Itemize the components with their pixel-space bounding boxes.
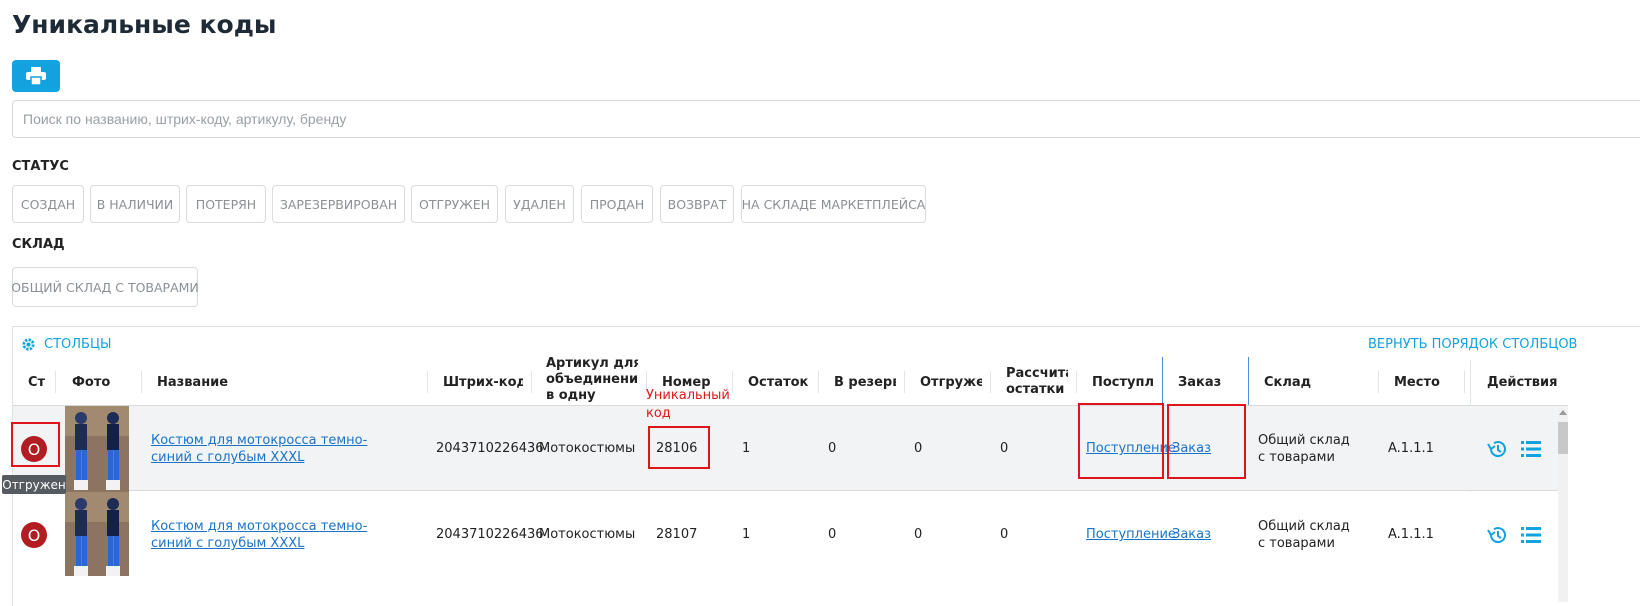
- reserve-cell: 0: [828, 527, 837, 542]
- header-article[interactable]: Артикул для объединения в одну: [546, 352, 638, 404]
- chip-status-marketplace[interactable]: НА СКЛАДЕ МАРКЕТПЛЕЙСА: [741, 185, 926, 223]
- chip-status-lost[interactable]: ПОТЕРЯН: [186, 185, 266, 223]
- header-shipped[interactable]: Отгружено: [920, 360, 982, 404]
- header-place[interactable]: Место: [1394, 360, 1454, 404]
- order-link[interactable]: Заказ: [1172, 527, 1211, 542]
- header-barcode[interactable]: Штрих-код: [443, 360, 523, 404]
- chip-status-sold[interactable]: ПРОДАН: [581, 185, 653, 223]
- table-scrollbar[interactable]: [1558, 408, 1568, 602]
- header-reserve[interactable]: В резерве: [834, 360, 896, 404]
- status-filter-label: СТАТУС: [12, 159, 69, 174]
- shipped-cell: 0: [914, 527, 923, 542]
- columns-button-label: СТОЛБЦЫ: [44, 337, 112, 352]
- gear-icon: [22, 338, 35, 351]
- header-drag-indicator: [1248, 357, 1249, 405]
- calculated-cell: 0: [1000, 441, 1009, 456]
- header-divider: [732, 371, 733, 393]
- status-tooltip: Отгружен: [2, 475, 66, 494]
- product-photo: [65, 492, 129, 576]
- header-status[interactable]: Ста: [28, 360, 45, 404]
- article-cell: Мотокостюмы: [539, 527, 636, 542]
- header-divider: [1464, 371, 1465, 393]
- header-drag-indicator: [1162, 357, 1163, 405]
- header-divider: [1378, 371, 1379, 393]
- barcode-cell: 2043710226436: [436, 441, 544, 456]
- product-name-link[interactable]: Костюм для мотокросса темно-синий с голу…: [151, 432, 391, 466]
- header-calculated[interactable]: Рассчитанные остатки: [1006, 360, 1068, 404]
- history-icon[interactable]: [1487, 440, 1507, 458]
- scroll-up-arrow-icon[interactable]: [1559, 410, 1567, 415]
- page-title: Уникальные коды: [12, 10, 277, 39]
- warehouse-filter-label: СКЛАД: [12, 237, 65, 252]
- header-actions[interactable]: Действия: [1487, 360, 1557, 404]
- header-divider: [55, 371, 56, 393]
- chip-status-in-stock[interactable]: В НАЛИЧИИ: [90, 185, 180, 223]
- place-cell: A.1.1.1: [1388, 441, 1434, 456]
- barcode-cell: 2043710226436: [436, 527, 544, 542]
- status-indicator[interactable]: О: [21, 522, 47, 548]
- header-photo[interactable]: Фото: [72, 360, 132, 404]
- reserve-cell: 0: [828, 441, 837, 456]
- list-icon[interactable]: [1521, 441, 1541, 457]
- chip-status-reserved[interactable]: ЗАРЕЗЕРВИРОВАН: [272, 185, 405, 223]
- calculated-cell: 0: [1000, 527, 1009, 542]
- remainder-cell: 1: [742, 441, 751, 456]
- chip-warehouse-general[interactable]: ОБЩИЙ СКЛАД С ТОВАРАМИ: [11, 267, 199, 307]
- header-remainder[interactable]: Остаток: [748, 360, 814, 404]
- list-icon[interactable]: [1521, 527, 1541, 543]
- header-name[interactable]: Название: [157, 360, 277, 404]
- header-divider: [904, 371, 905, 393]
- header-divider: [531, 371, 532, 393]
- place-cell: A.1.1.1: [1388, 527, 1434, 542]
- header-divider: [990, 371, 991, 393]
- article-cell: Мотокостюмы: [539, 441, 636, 456]
- reset-column-order-button[interactable]: ВЕРНУТЬ ПОРЯДОК СТОЛБЦОВ: [1368, 337, 1577, 352]
- annotation-highlight: [648, 426, 710, 469]
- product-name-link[interactable]: Костюм для мотокросса темно-синий с голу…: [151, 518, 391, 552]
- unique-code-annotation: Уникальный код: [646, 388, 730, 421]
- columns-button[interactable]: СТОЛБЦЫ: [21, 337, 112, 352]
- product-photo: [65, 406, 129, 492]
- warehouse-cell: Общий склад с товарами: [1258, 433, 1350, 465]
- print-icon: [26, 67, 46, 85]
- remainder-cell: 1: [742, 527, 751, 542]
- number-cell: 28107: [656, 527, 698, 542]
- warehouse-cell: Общий склад с товарами: [1258, 519, 1350, 551]
- header-divider: [427, 371, 428, 393]
- print-button[interactable]: [12, 60, 60, 92]
- history-icon[interactable]: [1487, 526, 1507, 544]
- receipt-link[interactable]: Поступление: [1086, 527, 1176, 542]
- search-input[interactable]: [12, 100, 1640, 138]
- header-divider: [818, 371, 819, 393]
- chip-status-return[interactable]: ВОЗВРАТ: [660, 185, 734, 223]
- header-order[interactable]: Заказ: [1178, 360, 1238, 404]
- shipped-cell: 0: [914, 441, 923, 456]
- chip-status-created[interactable]: СОЗДАН: [12, 185, 84, 223]
- header-warehouse[interactable]: Склад: [1264, 360, 1364, 404]
- chip-status-shipped[interactable]: ОТГРУЖЕН: [411, 185, 498, 223]
- header-divider: [1076, 371, 1077, 393]
- annotation-highlight: [11, 422, 60, 467]
- annotation-highlight: [1167, 404, 1246, 479]
- chip-status-deleted[interactable]: УДАЛЕН: [505, 185, 574, 223]
- header-divider: [141, 371, 142, 393]
- annotation-highlight: [1078, 403, 1164, 479]
- header-receipt[interactable]: Поступление: [1092, 360, 1153, 404]
- scrollbar-thumb[interactable]: [1558, 422, 1568, 454]
